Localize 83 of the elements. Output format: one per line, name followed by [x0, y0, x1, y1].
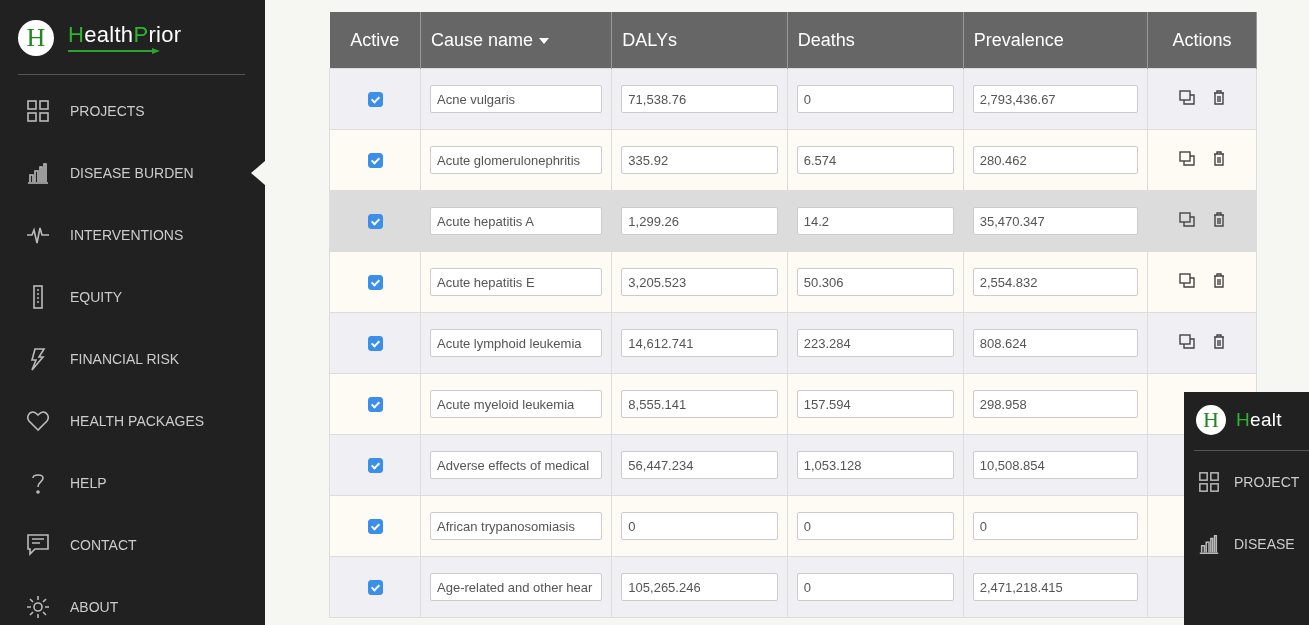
duplicate-icon[interactable]: [1179, 211, 1195, 227]
nav-item[interactable]: HEALTH PACKAGES: [0, 390, 265, 452]
nav-item[interactable]: EQUITY: [0, 266, 265, 328]
checkbox[interactable]: [367, 153, 383, 169]
checkbox[interactable]: [367, 397, 383, 413]
cause-name-field[interactable]: Age-related and other hear: [430, 573, 603, 601]
column-header: DALYs: [611, 12, 788, 69]
deaths-field[interactable]: 6.574: [796, 146, 954, 174]
checkbox[interactable]: [367, 519, 383, 535]
cause-name-field[interactable]: Acne vulgaris: [430, 85, 603, 113]
checkbox[interactable]: [367, 275, 383, 291]
dalys-field[interactable]: 56,447.234: [621, 451, 778, 479]
deaths-field[interactable]: 50.306: [796, 268, 954, 296]
nav-item[interactable]: DISEASE BURDEN: [0, 142, 265, 204]
chat-icon: [26, 533, 50, 557]
column-header: Prevalence: [963, 12, 1148, 69]
duplicate-icon[interactable]: [1179, 333, 1195, 349]
prevalence-field[interactable]: 2,471,218.415: [972, 573, 1138, 601]
deaths-field[interactable]: 157.594: [796, 390, 954, 418]
checkbox[interactable]: [367, 214, 383, 230]
checkbox[interactable]: [367, 92, 383, 108]
arrow-underline-icon: [68, 48, 160, 54]
trash-icon[interactable]: [1213, 150, 1225, 166]
brand-name: Healt: [1236, 409, 1282, 431]
nav-item[interactable]: PROJECTS: [0, 80, 265, 142]
nav-item[interactable]: ABOUT: [0, 576, 265, 625]
prevalence-field[interactable]: 0: [972, 512, 1138, 540]
dalys-field[interactable]: 71,538.76: [621, 85, 778, 113]
prevalence-field[interactable]: 2,554.832: [972, 268, 1138, 296]
logo-badge: H: [1196, 405, 1226, 435]
duplicate-icon[interactable]: [1179, 89, 1195, 105]
cause-name-field[interactable]: Acute hepatitis E: [430, 268, 603, 296]
dalys-field[interactable]: 105,265.246: [621, 573, 778, 601]
prevalence-field[interactable]: 280.462: [972, 146, 1138, 174]
dalys-field[interactable]: 0: [621, 512, 778, 540]
nav-item[interactable]: FINANCIAL RISK: [0, 328, 265, 390]
column-header: Actions: [1147, 12, 1257, 69]
dalys-field[interactable]: 335.92: [621, 146, 778, 174]
nav-item[interactable]: HELP: [0, 452, 265, 514]
caret-icon: [539, 37, 550, 44]
prevalence-field[interactable]: 808.624: [972, 329, 1138, 357]
cause-name-field[interactable]: Acute lymphoid leukemia: [430, 329, 603, 357]
deaths-field[interactable]: 0: [796, 85, 954, 113]
cause-name-field[interactable]: Acute glomerulonephritis: [430, 146, 603, 174]
prevalence-field[interactable]: 10,508.854: [972, 451, 1138, 479]
brand-name[interactable]: HealthPrior: [68, 22, 182, 48]
cause-name-field[interactable]: Acute myeloid leukemia: [430, 390, 603, 418]
column-header: Active: [329, 12, 421, 69]
sun-icon: [26, 595, 50, 619]
cause-name-field[interactable]: African trypanosomiasis: [430, 512, 603, 540]
trash-icon[interactable]: [1213, 333, 1225, 349]
logo-badge[interactable]: H: [18, 20, 54, 56]
deaths-field[interactable]: 14.2: [796, 207, 954, 235]
checkbox[interactable]: [367, 458, 383, 474]
deaths-field[interactable]: 1,053.128: [796, 451, 954, 479]
cause-name-field[interactable]: Acute hepatitis A: [430, 207, 603, 235]
grid-icon: [26, 99, 50, 123]
column-header: Deaths: [787, 12, 964, 69]
dalys-field[interactable]: 1,299.26: [621, 207, 778, 235]
prevalence-field[interactable]: 298.958: [972, 390, 1138, 418]
checkbox[interactable]: [367, 336, 383, 352]
column-header[interactable]: Cause name: [420, 12, 612, 69]
duplicate-icon[interactable]: [1179, 272, 1195, 288]
deaths-field[interactable]: 0: [796, 573, 954, 601]
bar-chart-icon: [1198, 533, 1220, 555]
trash-icon[interactable]: [1213, 272, 1225, 288]
nav-item[interactable]: INTERVENTIONS: [0, 204, 265, 266]
duplicate-icon[interactable]: [1179, 150, 1195, 166]
cause-name-field[interactable]: Adverse effects of medical: [430, 451, 603, 479]
nav-item[interactable]: CONTACT: [0, 514, 265, 576]
prevalence-field[interactable]: 35,470.347: [972, 207, 1138, 235]
grid-icon: [1198, 471, 1220, 493]
bar-chart-icon: [26, 161, 50, 185]
dalys-field[interactable]: 3,205.523: [621, 268, 778, 296]
dalys-field[interactable]: 14,612.741: [621, 329, 778, 357]
heart-icon: [26, 409, 50, 433]
deaths-field[interactable]: 223.284: [796, 329, 954, 357]
checkbox[interactable]: [367, 580, 383, 596]
trash-icon[interactable]: [1213, 89, 1225, 105]
trash-icon[interactable]: [1213, 211, 1225, 227]
prevalence-field[interactable]: 2,793,436.67: [972, 85, 1138, 113]
dalys-field[interactable]: 8,555.141: [621, 390, 778, 418]
deaths-field[interactable]: 0: [796, 512, 954, 540]
